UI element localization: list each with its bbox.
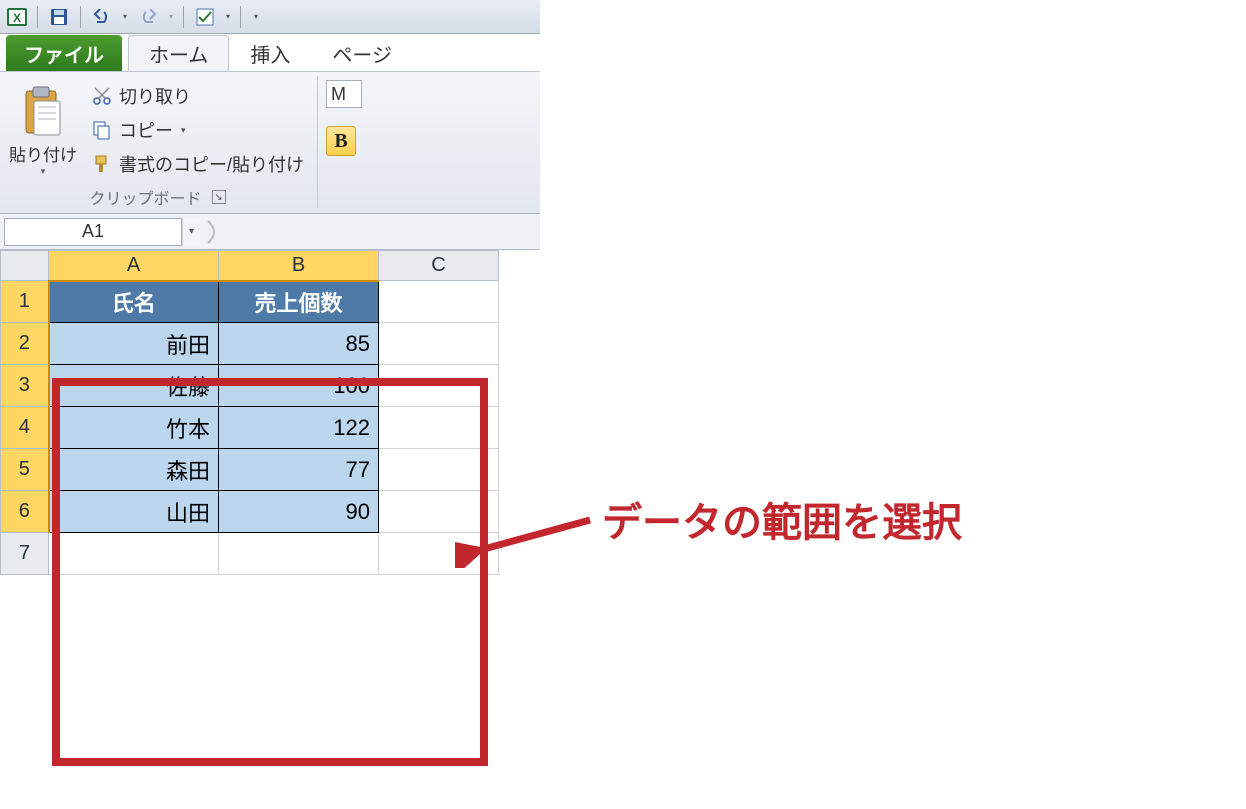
bold-button[interactable]: B (326, 126, 356, 156)
cell-B1[interactable]: 売上個数 (219, 281, 379, 323)
column-header-A[interactable]: A (49, 251, 219, 281)
cell-B5[interactable]: 77 (219, 449, 379, 491)
name-box[interactable]: A1 (4, 218, 182, 246)
tab-file[interactable]: ファイル (6, 35, 122, 71)
formula-bar-splitter (204, 218, 224, 246)
row-header-7[interactable]: 7 (1, 533, 49, 575)
row-header-1[interactable]: 1 (1, 281, 49, 323)
column-header-C[interactable]: C (379, 251, 499, 281)
format-painter-label: 書式のコピー/貼り付け (119, 151, 304, 177)
cell-C7[interactable] (379, 533, 499, 575)
row-header-2[interactable]: 2 (1, 323, 49, 365)
row-header-4[interactable]: 4 (1, 407, 49, 449)
tab-page-layout[interactable]: ページ (311, 35, 413, 71)
cell-B4[interactable]: 122 (219, 407, 379, 449)
redo-dropdown[interactable]: ▾ (166, 4, 176, 30)
row-header-3[interactable]: 3 (1, 365, 49, 407)
clipboard-group: 貼り付け ▾ 切り取り コピー ▾ (6, 76, 318, 208)
paste-button[interactable]: 貼り付け ▾ (6, 76, 80, 186)
cell-C5[interactable] (379, 449, 499, 491)
cell-A6[interactable]: 山田 (49, 491, 219, 533)
qat-more-dropdown[interactable]: ▾ (223, 4, 233, 30)
excel-logo-icon: X (4, 4, 30, 30)
cell-A1[interactable]: 氏名 (49, 281, 219, 323)
cell-B6[interactable]: 90 (219, 491, 379, 533)
undo-button[interactable] (88, 4, 116, 30)
tab-home[interactable]: ホーム (128, 35, 229, 71)
row-header-5[interactable]: 5 (1, 449, 49, 491)
cell-A2[interactable]: 前田 (49, 323, 219, 365)
row-header-6[interactable]: 6 (1, 491, 49, 533)
svg-text:X: X (13, 11, 21, 25)
cell-C3[interactable] (379, 365, 499, 407)
separator (240, 6, 241, 28)
name-formula-bar: A1 ▾ (0, 214, 540, 250)
separator (183, 6, 184, 28)
cell-A7[interactable] (49, 533, 219, 575)
clipboard-dialog-launcher[interactable]: ↘ (212, 190, 226, 204)
scissors-icon (91, 85, 113, 107)
cell-C2[interactable] (379, 323, 499, 365)
checkbox-toggle[interactable] (191, 4, 219, 30)
qat-customize-dropdown[interactable]: ▾ (248, 4, 264, 30)
copy-label: コピー (119, 117, 173, 143)
cell-A3[interactable]: 佐藤 (49, 365, 219, 407)
cell-B7[interactable] (219, 533, 379, 575)
copy-button[interactable]: コピー ▾ (86, 114, 309, 146)
separator (80, 6, 81, 28)
font-name-combo[interactable]: M (326, 80, 362, 108)
cell-B2[interactable]: 85 (219, 323, 379, 365)
ribbon-tabs: ファイル ホーム 挿入 ページ (0, 34, 540, 72)
cell-B3[interactable]: 100 (219, 365, 379, 407)
cell-A4[interactable]: 竹本 (49, 407, 219, 449)
cell-C4[interactable] (379, 407, 499, 449)
ribbon: 貼り付け ▾ 切り取り コピー ▾ (0, 72, 540, 214)
cell-C6[interactable] (379, 491, 499, 533)
save-button[interactable] (45, 4, 73, 30)
column-header-B[interactable]: B (219, 251, 379, 281)
font-group-partial: M B (326, 76, 362, 213)
undo-dropdown[interactable]: ▾ (120, 4, 130, 30)
worksheet-grid[interactable]: A B C 1 氏名 売上個数 2 前田 85 3 佐藤 100 (0, 250, 540, 575)
annotation-text: データの範囲を選択 (602, 490, 962, 548)
brush-icon (91, 153, 113, 175)
cut-label: 切り取り (119, 83, 191, 109)
name-box-value: A1 (82, 221, 104, 242)
cut-button[interactable]: 切り取り (86, 80, 309, 112)
format-painter-button[interactable]: 書式のコピー/貼り付け (86, 148, 309, 180)
name-box-dropdown[interactable]: ▾ (182, 218, 200, 246)
cell-A5[interactable]: 森田 (49, 449, 219, 491)
select-all-corner[interactable] (1, 251, 49, 281)
paste-label: 貼り付け (9, 141, 77, 166)
redo-button[interactable] (134, 4, 162, 30)
copy-icon (91, 119, 113, 141)
quick-access-toolbar: X ▾ ▾ ▾ ▾ (0, 0, 540, 34)
clipboard-group-label: クリップボード (89, 185, 201, 209)
separator (37, 6, 38, 28)
tab-insert[interactable]: 挿入 (229, 35, 311, 71)
cell-C1[interactable] (379, 281, 499, 323)
